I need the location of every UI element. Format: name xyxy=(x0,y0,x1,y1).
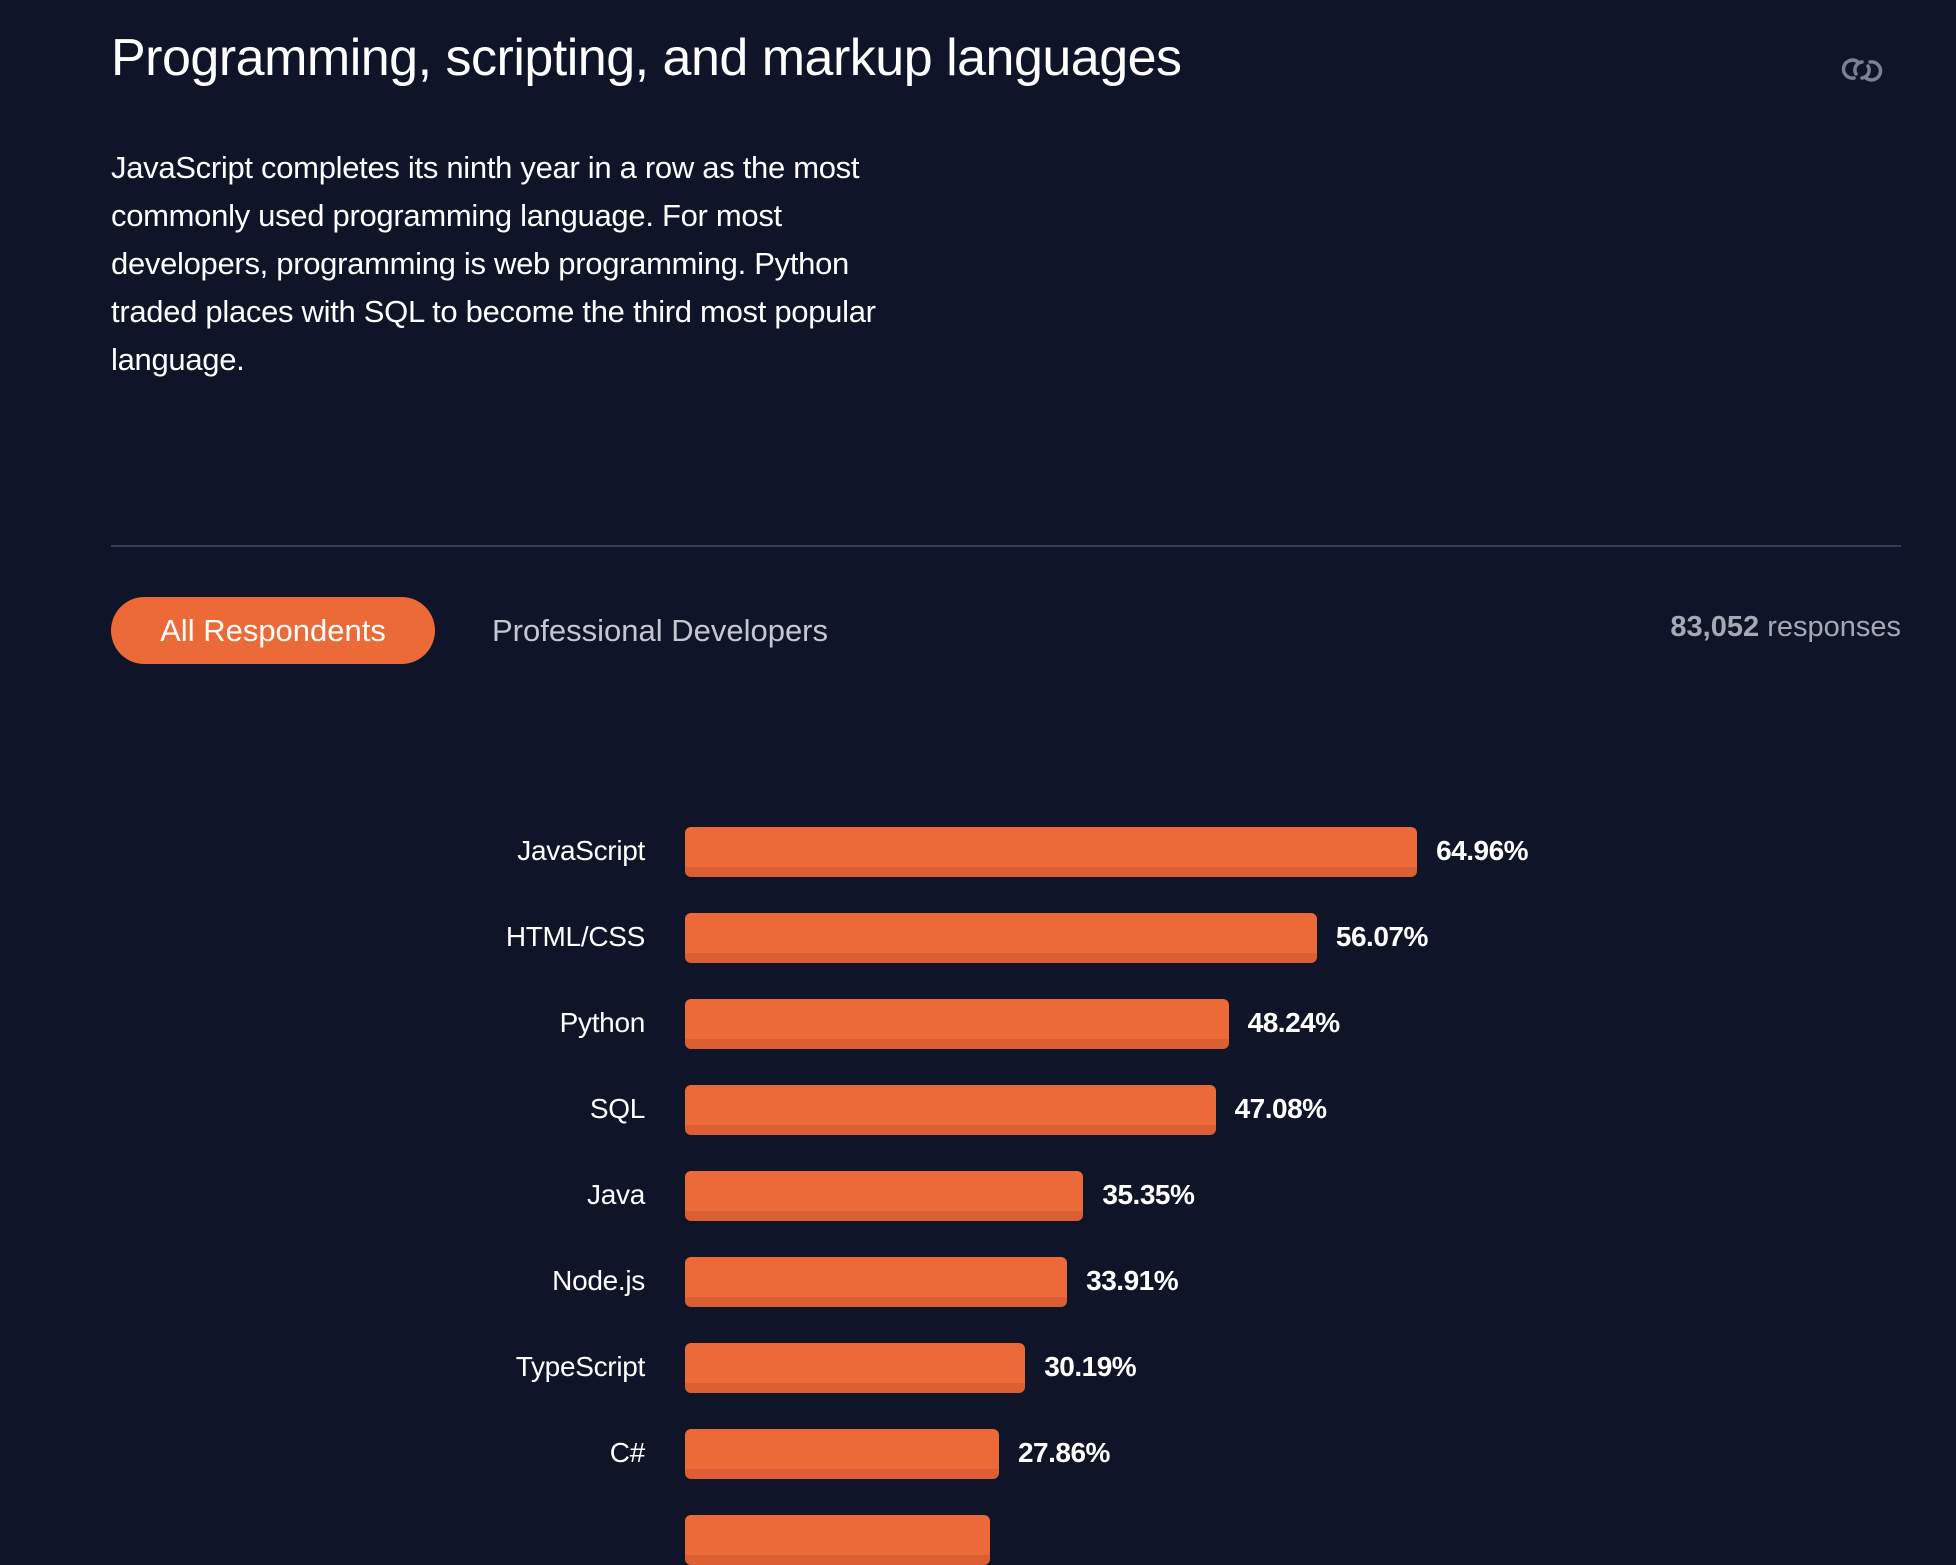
bar xyxy=(685,827,1418,877)
bar-label: Java xyxy=(587,1179,645,1210)
bar-value-label: 30.19% xyxy=(1044,1351,1137,1382)
bar-value-label: 64.96% xyxy=(1436,835,1529,866)
bar-label: SQL xyxy=(589,1093,645,1124)
bar-value-label: 33.91% xyxy=(1086,1265,1179,1296)
bar-value-label: 56.07% xyxy=(1335,921,1428,952)
bar-label: Python xyxy=(559,1007,646,1038)
bar-value-label: 48.24% xyxy=(1247,1007,1340,1038)
bar-value-label: 35.35% xyxy=(1102,1179,1195,1210)
bar-label: HTML/CSS xyxy=(505,921,645,952)
bar-value-label: 27.86% xyxy=(1017,1437,1110,1468)
bar-label: Node.js xyxy=(552,1265,645,1296)
bar-value-label: 47.08% xyxy=(1234,1093,1327,1124)
bar xyxy=(685,1085,1216,1135)
languages-bar-chart: JavaScript 64.96% HTML/CSS 56.07% Python 48.2… xyxy=(0,0,1956,1565)
bar xyxy=(685,1257,1068,1307)
bar xyxy=(685,1343,1026,1393)
bar-label: C# xyxy=(609,1437,646,1468)
bar-label: TypeScript xyxy=(515,1351,646,1382)
bar xyxy=(685,999,1229,1049)
bar xyxy=(685,913,1317,963)
bar xyxy=(685,1429,999,1479)
bar-label: JavaScript xyxy=(517,835,645,866)
bar xyxy=(685,1515,991,1565)
bar xyxy=(685,1171,1084,1221)
